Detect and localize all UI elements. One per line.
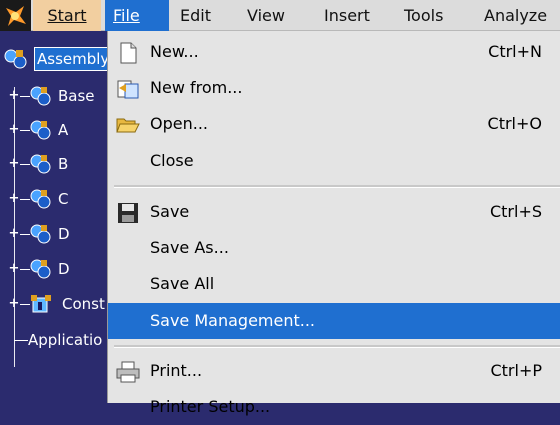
component-icon (30, 259, 52, 279)
menu-item-label: Close (150, 151, 194, 170)
menu-separator (114, 345, 560, 348)
expand-icon[interactable]: + (8, 297, 20, 310)
tree-branch (20, 130, 30, 131)
tree-branch (20, 304, 30, 305)
menu-item-shortcut: Ctrl+S (489, 202, 542, 221)
expand-icon[interactable]: + (8, 262, 20, 275)
component-icon (30, 120, 52, 140)
tree-branch (20, 269, 30, 270)
new-from-icon (116, 77, 140, 99)
tree-branch (20, 164, 30, 165)
specification-tree: Assembly + Base + A + B + C + D + D + Co… (0, 31, 113, 403)
component-icon (30, 189, 52, 209)
file-menu-dropdown: New... Ctrl+N New from... Open... Ctrl+O… (107, 31, 560, 416)
menu-tools[interactable]: Tools (396, 0, 451, 31)
tree-root-label: Assembly (34, 47, 113, 71)
tree-node-label: Const (62, 295, 105, 313)
assembly-icon (2, 48, 32, 70)
tree-node-label: C (58, 190, 69, 208)
menu-item-shortcut: Ctrl+O (487, 114, 542, 133)
menu-item-label: Printer Setup... (150, 397, 271, 416)
tree-node-label: B (58, 155, 69, 173)
menu-item-shortcut: Ctrl+P (490, 361, 542, 380)
menu-item-save-as[interactable]: Save As... (108, 230, 560, 266)
menu-separator (114, 185, 560, 188)
save-disk-icon (116, 201, 140, 223)
menu-insert[interactable]: Insert (316, 0, 378, 31)
menu-item-save-all[interactable]: Save All (108, 266, 560, 302)
menu-item-new[interactable]: New... Ctrl+N (108, 34, 560, 70)
expand-icon[interactable]: + (8, 89, 20, 102)
component-icon (30, 224, 52, 244)
menu-start[interactable]: Start (33, 0, 101, 31)
open-folder-icon (116, 113, 140, 135)
expand-icon[interactable]: + (8, 227, 20, 240)
tree-node-label: Applicatio (28, 331, 103, 349)
expand-icon[interactable]: + (8, 192, 20, 205)
menu-item-new-from[interactable]: New from... (108, 70, 560, 106)
menu-analyze[interactable]: Analyze (476, 0, 555, 31)
menu-item-open[interactable]: Open... Ctrl+O (108, 106, 560, 142)
tree-node-label: Base (58, 87, 95, 105)
menu-item-save[interactable]: Save Ctrl+S (108, 194, 560, 230)
menu-item-print[interactable]: Print... Ctrl+P (108, 353, 560, 389)
tree-node-label: D (58, 260, 70, 278)
new-document-icon (116, 41, 140, 64)
tree-branch (20, 96, 30, 97)
menu-item-label: New... (150, 42, 199, 61)
menu-item-close[interactable]: Close (108, 143, 560, 179)
menu-item-label: Save All (150, 274, 215, 293)
menu-item-label: Save As... (150, 238, 229, 257)
menu-item-label: New from... (150, 78, 243, 97)
tree-branch (20, 234, 30, 235)
tree-branch (14, 340, 28, 341)
menu-item-label: Open... (150, 114, 208, 133)
menu-item-label: Save (150, 202, 190, 221)
expand-icon[interactable]: + (8, 157, 20, 170)
menu-file[interactable]: File (105, 0, 169, 31)
expand-icon[interactable]: + (8, 123, 20, 136)
menu-edit[interactable]: Edit (172, 0, 219, 31)
constraints-icon (30, 294, 52, 314)
tree-branch (20, 199, 30, 200)
menu-item-printer-setup[interactable]: Printer Setup... (108, 389, 560, 425)
menu-item-shortcut: Ctrl+N (488, 42, 542, 61)
menu-item-label: Save Management... (150, 311, 316, 330)
printer-icon (116, 360, 140, 383)
component-icon (30, 86, 52, 106)
catia-logo-icon[interactable] (0, 0, 31, 31)
component-icon (30, 154, 52, 174)
menu-bar: Start File Edit View Insert Tools Analyz… (0, 0, 560, 31)
menu-item-save-management[interactable]: Save Management... (108, 303, 560, 339)
tree-node-label: A (58, 121, 69, 139)
menu-view[interactable]: View (239, 0, 293, 31)
menu-item-label: Print... (150, 361, 203, 380)
tree-node-label: D (58, 225, 70, 243)
